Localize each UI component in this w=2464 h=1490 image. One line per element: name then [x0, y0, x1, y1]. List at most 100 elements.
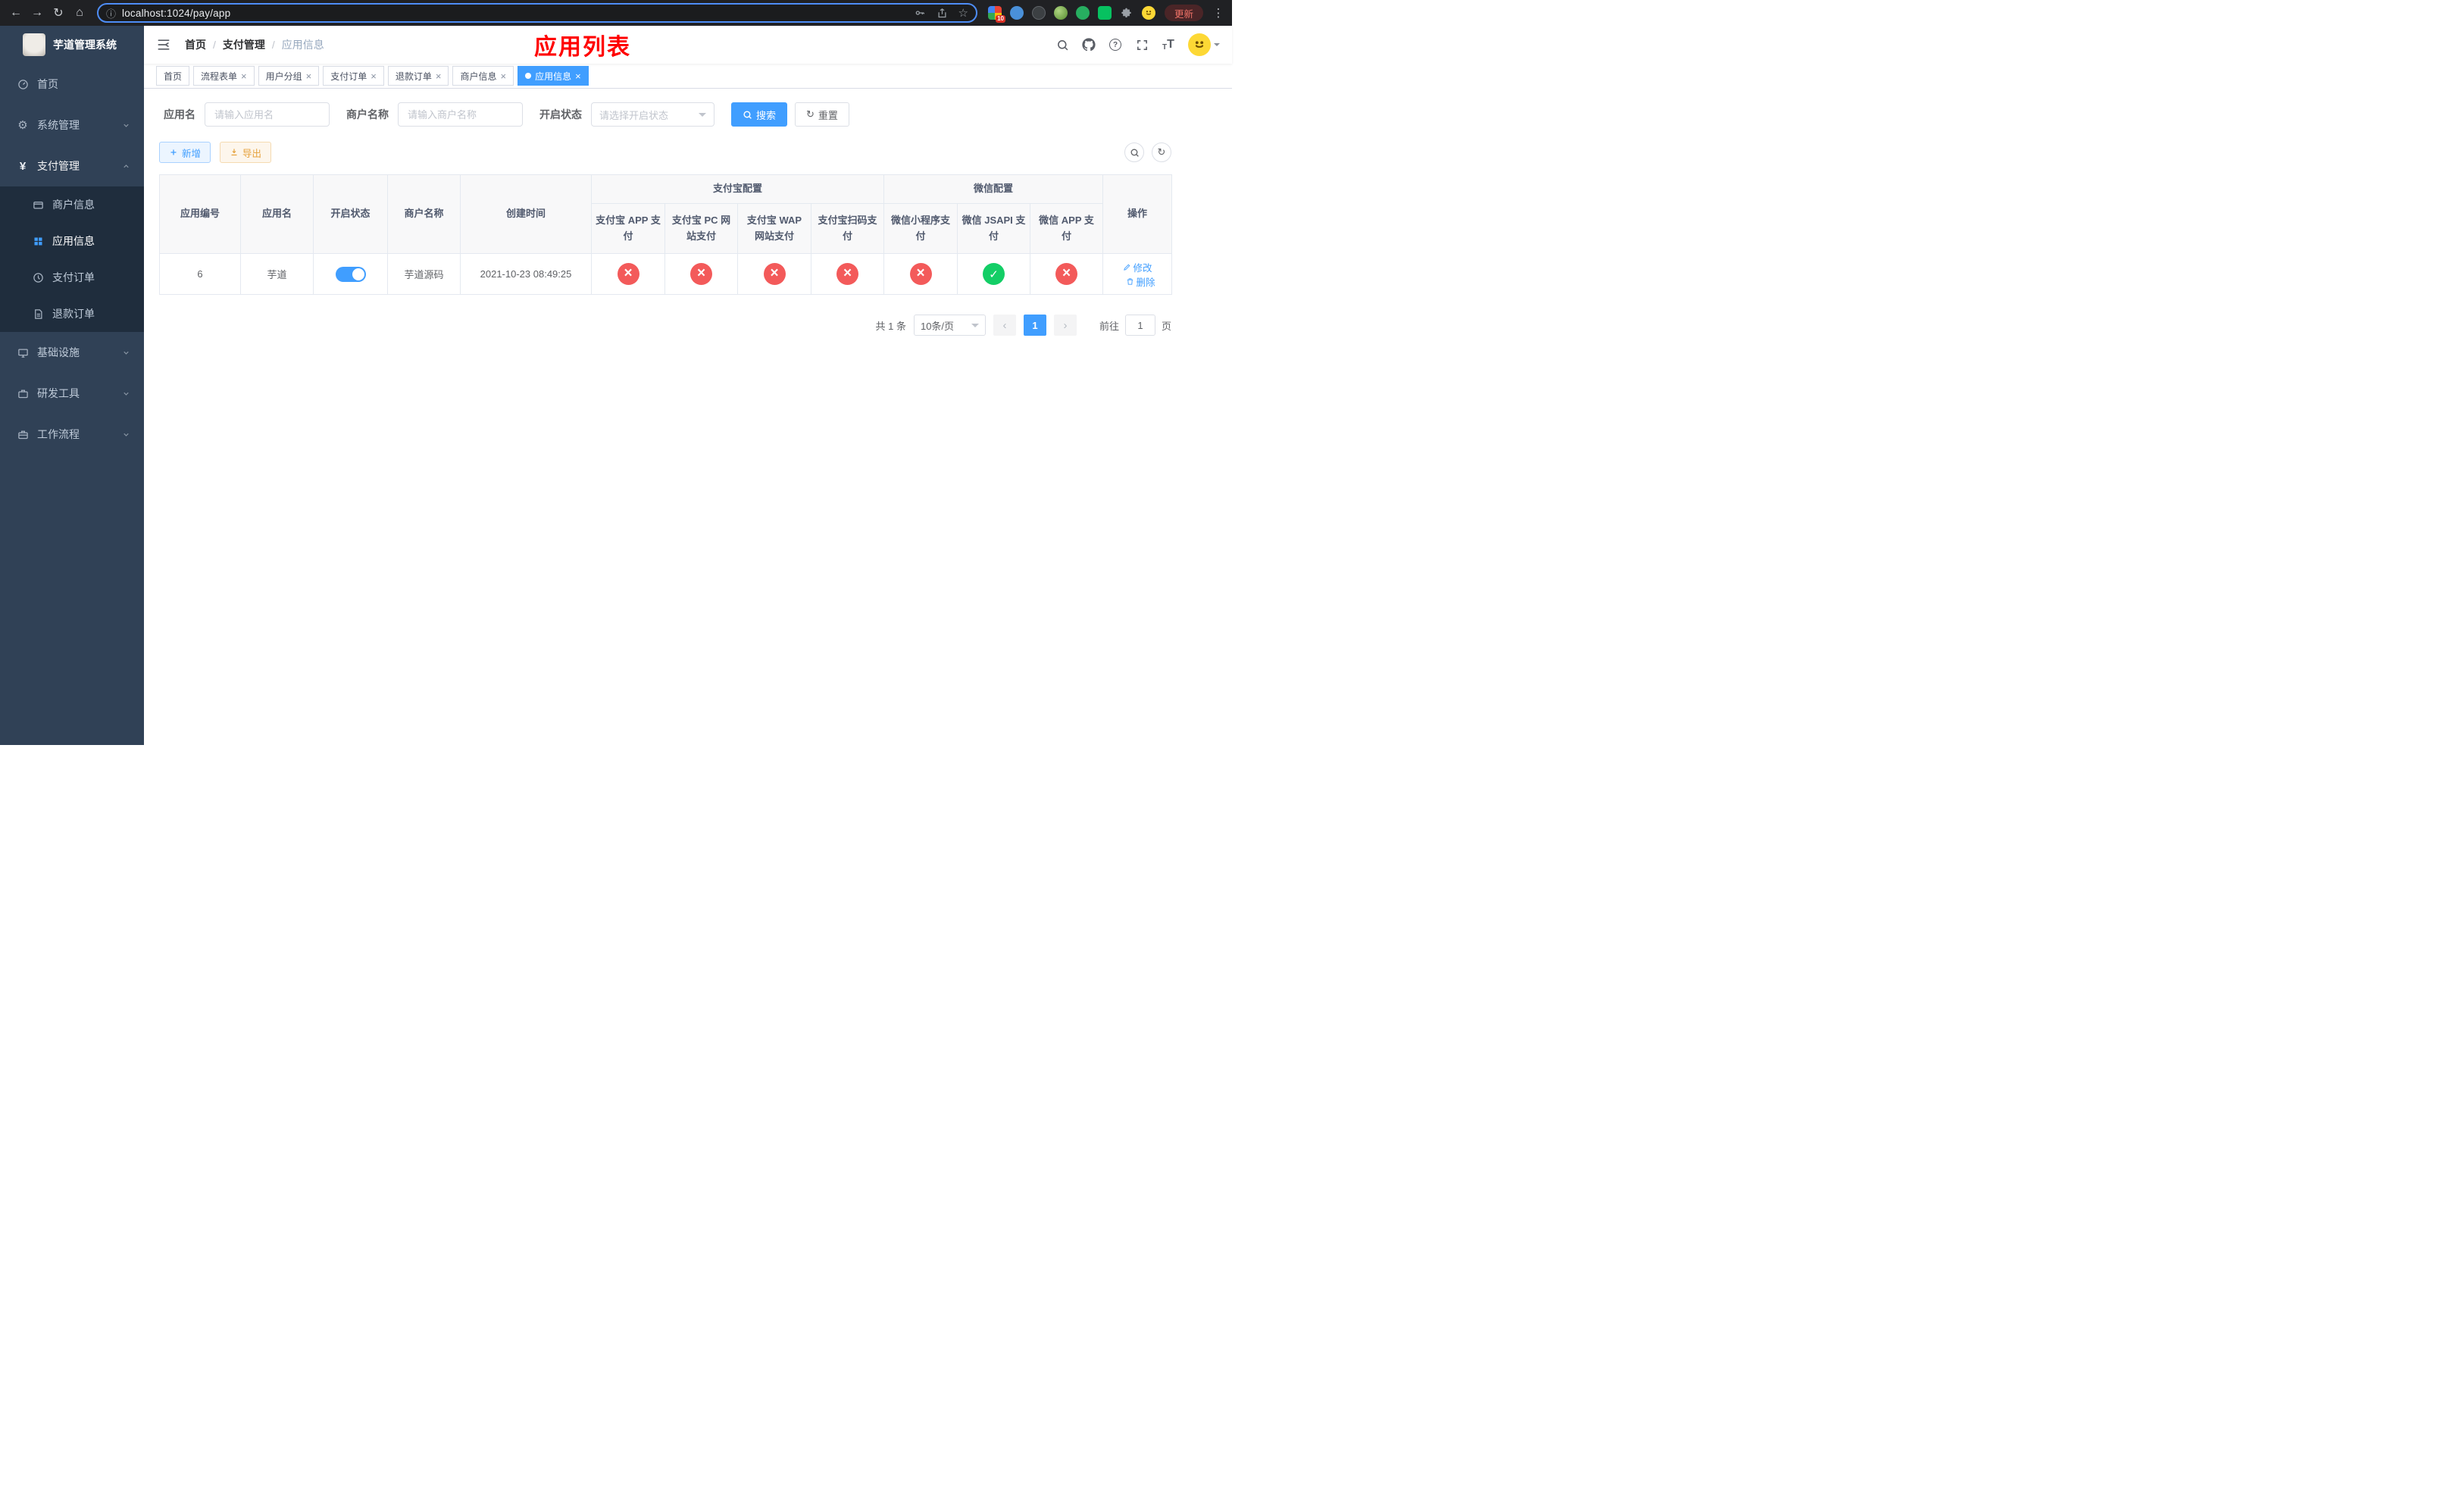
search-icon[interactable] — [1055, 38, 1069, 52]
document-icon — [32, 308, 44, 320]
edit-button[interactable]: 修改 — [1123, 260, 1152, 274]
user-menu[interactable] — [1188, 33, 1220, 56]
extension-dark-icon[interactable] — [1031, 6, 1046, 20]
sidebar-fold-icon[interactable] — [156, 37, 171, 52]
col-header-wx-mini: 微信小程序支付 — [883, 203, 958, 254]
extension-avatar-icon[interactable] — [1053, 6, 1068, 20]
extension-grid-icon[interactable]: 10 — [987, 6, 1005, 23]
tab-refund-orders[interactable]: 退款订单 — [387, 66, 449, 86]
page-number-1[interactable]: 1 — [1023, 315, 1046, 336]
col-group-alipay: 支付宝配置 — [590, 174, 885, 204]
extension-wechat-icon[interactable] — [1097, 6, 1112, 20]
home-button[interactable]: ⌂ — [70, 3, 89, 23]
address-bar[interactable]: ⓘ localhost:1024/pay/app ☆ — [97, 3, 977, 23]
browser-update-button[interactable]: 更新 — [1164, 5, 1203, 21]
sidebar-item-label: 应用信息 — [52, 235, 95, 247]
tab-home[interactable]: 首页 — [156, 66, 190, 86]
logo-image — [23, 33, 45, 56]
table-toolbar: 新增 导出 ↻ — [159, 142, 1171, 163]
status-select[interactable]: 请选择开启状态 — [591, 102, 714, 127]
app-name-input[interactable] — [205, 102, 330, 127]
github-icon[interactable] — [1082, 38, 1096, 52]
back-button[interactable]: ← — [6, 3, 26, 23]
tab-process-form[interactable]: 流程表单 — [193, 66, 255, 86]
page-size-value: 10条/页 — [920, 320, 955, 332]
sidebar-item-merchant-info[interactable]: 商户信息 — [0, 186, 144, 223]
sidebar-item-payment[interactable]: ¥ 支付管理 — [0, 146, 144, 186]
help-icon[interactable] — [1108, 38, 1122, 52]
close-icon[interactable] — [306, 71, 312, 81]
cell-app-id: 6 — [159, 253, 241, 295]
share-icon[interactable] — [936, 6, 949, 20]
goto-page-input[interactable] — [1124, 315, 1155, 336]
close-icon[interactable] — [575, 71, 581, 81]
sidebar-item-app-info[interactable]: 应用信息 — [0, 223, 144, 259]
reset-button[interactable]: ↻ 重置 — [795, 102, 849, 127]
cell-app-name: 芋道 — [240, 253, 314, 295]
breadcrumb: 首页 / 支付管理 / 应用信息 — [185, 37, 324, 52]
chevron-down-icon — [122, 430, 130, 439]
tab-app-info[interactable]: 应用信息 — [518, 66, 589, 86]
merchant-name-input[interactable] — [398, 102, 523, 127]
site-info-icon[interactable]: ⓘ — [106, 6, 116, 20]
merchant-name-label: 商户名称 — [346, 108, 389, 121]
sidebar-item-pay-orders[interactable]: 支付订单 — [0, 259, 144, 296]
breadcrumb-payment[interactable]: 支付管理 — [223, 37, 265, 52]
app-title: 芋道管理系统 — [53, 39, 117, 51]
extension-blue-icon[interactable] — [1009, 6, 1024, 20]
col-header-merchant: 商户名称 — [387, 174, 461, 254]
sidebar-item-home[interactable]: 首页 — [0, 64, 144, 105]
close-icon[interactable] — [436, 71, 442, 81]
prev-page-button[interactable]: ‹ — [993, 315, 1016, 336]
sidebar-item-label: 支付订单 — [52, 271, 95, 283]
app-logo[interactable]: 芋道管理系统 — [0, 26, 144, 64]
gear-icon: ⚙ — [17, 119, 28, 132]
tag-tabs-bar: 首页 流程表单 用户分组 支付订单 退款订单 商户信息 — [144, 64, 1232, 89]
add-button[interactable]: 新增 — [159, 142, 211, 163]
sidebar-item-refund-orders[interactable]: 退款订单 — [0, 296, 144, 332]
search-button[interactable]: 搜索 — [731, 102, 788, 127]
sidebar-item-system[interactable]: ⚙ 系统管理 — [0, 105, 144, 146]
tab-merchant-info[interactable]: 商户信息 — [452, 66, 514, 86]
tab-user-group[interactable]: 用户分组 — [258, 66, 320, 86]
sidebar-item-infrastructure[interactable]: 基础设施 — [0, 332, 144, 373]
chevron-down-icon — [122, 121, 130, 130]
top-navbar: 首页 / 支付管理 / 应用信息 应用列表 — [144, 26, 1232, 64]
bookmark-star-icon[interactable]: ☆ — [958, 6, 968, 20]
font-size-icon[interactable] — [1162, 38, 1175, 52]
tab-pay-orders[interactable]: 支付订单 — [323, 66, 384, 86]
emoji-extension-icon[interactable] — [1141, 6, 1155, 20]
next-page-button[interactable]: › — [1053, 315, 1077, 336]
breadcrumb-separator: / — [213, 39, 216, 51]
breadcrumb-home[interactable]: 首页 — [185, 37, 206, 52]
cell-merchant: 芋道源码 — [387, 253, 461, 295]
breadcrumb-separator: / — [271, 39, 275, 51]
export-button[interactable]: 导出 — [220, 142, 272, 163]
sidebar-item-workflow[interactable]: 工作流程 — [0, 414, 144, 455]
sidebar-item-label: 工作流程 — [37, 428, 80, 440]
url-text[interactable]: localhost:1024/pay/app — [122, 8, 913, 19]
select-placeholder: 请选择开启状态 — [599, 109, 669, 121]
sidebar-item-label: 支付管理 — [37, 160, 80, 172]
close-icon[interactable] — [241, 71, 247, 81]
browser-menu-icon[interactable]: ⋮ — [1211, 6, 1226, 20]
sidebar-item-dev-tools[interactable]: 研发工具 — [0, 373, 144, 414]
browser-chrome: ← → ↻ ⌂ ⓘ localhost:1024/pay/app ☆ 10 更新… — [0, 0, 1232, 26]
pagination: 共 1 条 10条/页 ‹ 1 › 前往 页 — [159, 315, 1171, 336]
fullscreen-icon[interactable] — [1135, 38, 1149, 52]
col-header-actions: 操作 — [1102, 174, 1173, 254]
password-key-icon[interactable] — [913, 6, 927, 20]
page-size-select[interactable]: 10条/页 — [913, 315, 986, 336]
close-icon[interactable] — [500, 71, 506, 81]
dashboard-icon — [17, 78, 29, 90]
close-icon[interactable] — [371, 71, 377, 81]
forward-button[interactable]: → — [27, 3, 47, 23]
delete-button[interactable]: 删除 — [1126, 274, 1155, 289]
reload-button[interactable]: ↻ — [48, 3, 68, 23]
toggle-search-button[interactable] — [1124, 142, 1144, 162]
extensions-puzzle-icon[interactable] — [1120, 6, 1134, 20]
extension-green-icon[interactable] — [1075, 6, 1090, 20]
refresh-table-button[interactable]: ↻ — [1152, 142, 1171, 162]
status-toggle[interactable] — [335, 266, 366, 282]
col-header-alipay-qr: 支付宝扫码支付 — [810, 203, 885, 254]
